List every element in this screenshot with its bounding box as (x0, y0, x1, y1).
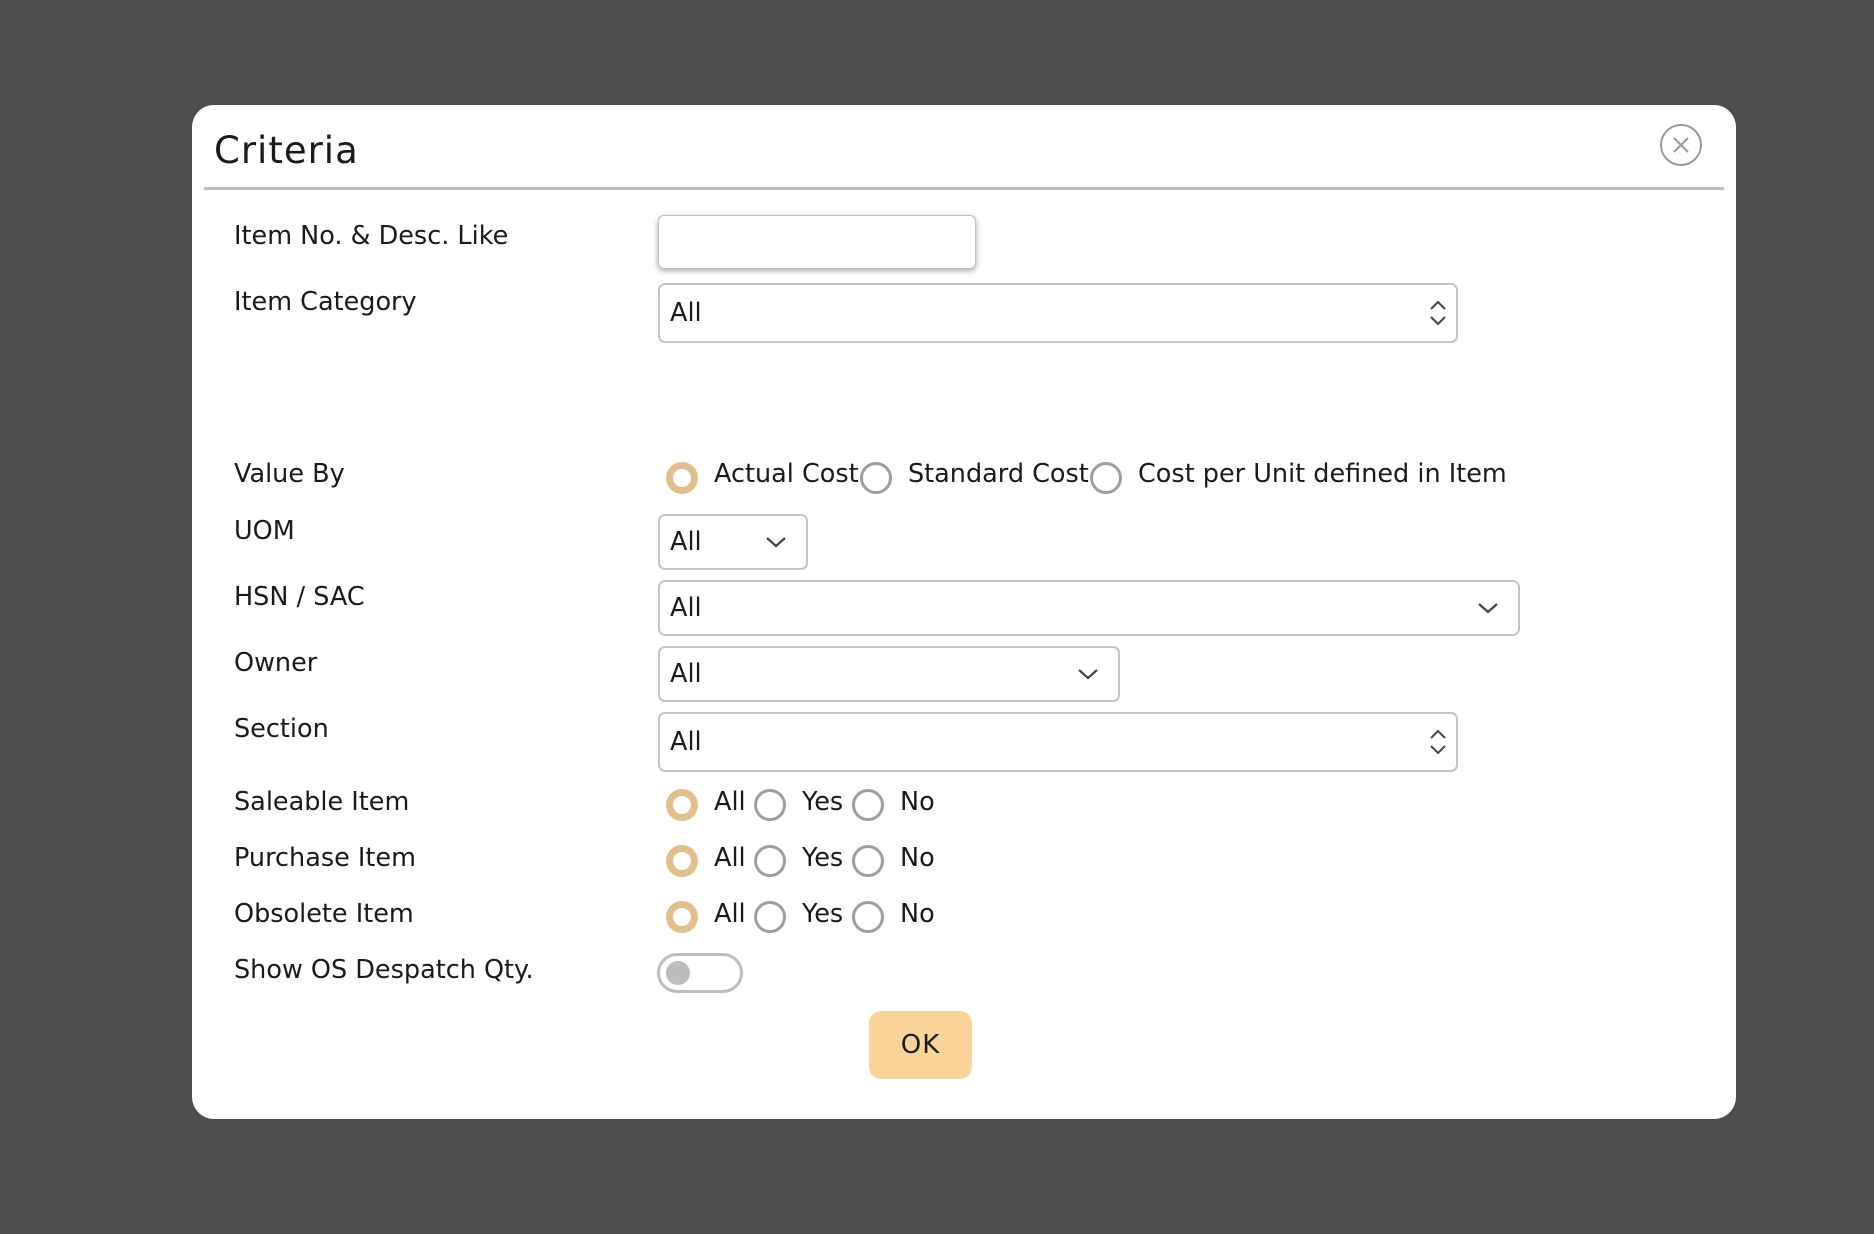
section-select[interactable]: All (658, 712, 1458, 772)
value-by-standard-cost-radio[interactable] (860, 462, 892, 494)
uom-select[interactable]: All (658, 514, 808, 570)
chevron-down-icon (766, 537, 786, 548)
purchase-all-radio[interactable] (666, 845, 698, 877)
criteria-dialog: Criteria Item No. & Desc. Like Item Cate… (192, 105, 1736, 1119)
value-by-standard-cost-label: Standard Cost (908, 459, 1089, 489)
saleable-no-radio[interactable] (852, 789, 884, 821)
close-circle-icon (1673, 137, 1689, 153)
section-value: All (670, 727, 702, 757)
uom-label: UOM (234, 516, 295, 546)
item-category-select[interactable]: All (658, 283, 1458, 343)
title-divider (204, 187, 1724, 190)
owner-value: All (670, 659, 702, 689)
purchase-item-label: Purchase Item (234, 843, 416, 873)
saleable-item-label: Saleable Item (234, 787, 410, 817)
obsolete-no-label: No (900, 899, 935, 929)
value-by-cost-per-unit-radio[interactable] (1090, 462, 1122, 494)
obsolete-yes-radio[interactable] (754, 901, 786, 933)
saleable-yes-radio[interactable] (754, 789, 786, 821)
dialog-title: Criteria (214, 129, 359, 172)
section-label: Section (234, 714, 329, 744)
item-no-label: Item No. & Desc. Like (234, 221, 509, 251)
chevron-down-icon (1478, 603, 1498, 614)
obsolete-item-label: Obsolete Item (234, 899, 414, 929)
item-category-label: Item Category (234, 287, 417, 317)
purchase-all-label: All (714, 843, 746, 873)
saleable-no-label: No (900, 787, 935, 817)
close-button[interactable] (1660, 124, 1702, 166)
show-os-despatch-label: Show OS Despatch Qty. (234, 955, 534, 985)
owner-select[interactable]: All (658, 646, 1120, 702)
up-down-chevron-icon (1430, 729, 1446, 755)
chevron-down-icon (1078, 669, 1098, 680)
purchase-no-label: No (900, 843, 935, 873)
item-category-value: All (670, 298, 702, 328)
ok-button[interactable]: OK (869, 1011, 972, 1079)
owner-label: Owner (234, 648, 318, 678)
hsn-sac-value: All (670, 593, 702, 623)
obsolete-yes-label: Yes (802, 899, 844, 929)
show-os-despatch-toggle[interactable] (657, 953, 743, 993)
obsolete-no-radio[interactable] (852, 901, 884, 933)
obsolete-all-radio[interactable] (666, 901, 698, 933)
value-by-actual-cost-label: Actual Cost (714, 459, 859, 489)
uom-value: All (670, 527, 702, 557)
purchase-yes-radio[interactable] (754, 845, 786, 877)
item-no-desc-input[interactable] (658, 215, 976, 269)
saleable-yes-label: Yes (802, 787, 844, 817)
value-by-label: Value By (234, 459, 345, 489)
value-by-actual-cost-radio[interactable] (666, 462, 698, 494)
saleable-all-radio[interactable] (666, 789, 698, 821)
hsn-sac-select[interactable]: All (658, 580, 1520, 636)
purchase-no-radio[interactable] (852, 845, 884, 877)
obsolete-all-label: All (714, 899, 746, 929)
hsn-sac-label: HSN / SAC (234, 582, 365, 612)
value-by-cost-per-unit-label: Cost per Unit defined in Item (1138, 459, 1507, 489)
toggle-knob (666, 961, 690, 985)
saleable-all-label: All (714, 787, 746, 817)
purchase-yes-label: Yes (802, 843, 844, 873)
up-down-chevron-icon (1430, 300, 1446, 326)
